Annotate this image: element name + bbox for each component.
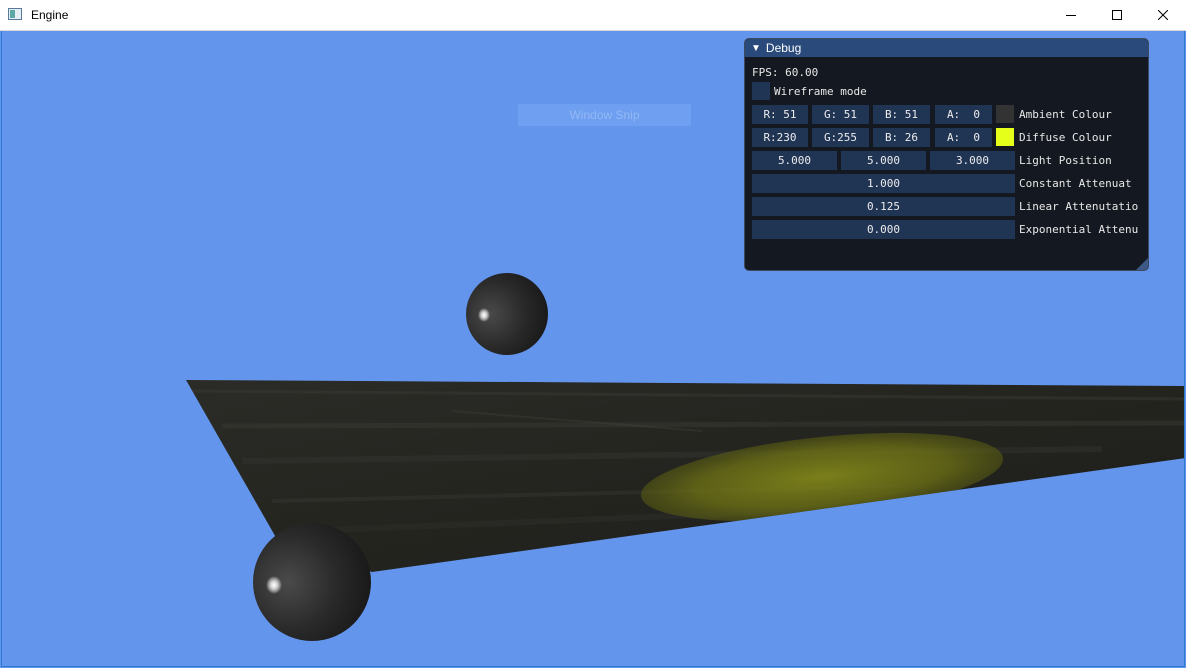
diffuse-g-field[interactable]: G:255 (812, 128, 869, 147)
minimize-icon (1066, 15, 1076, 16)
debug-title-bar[interactable]: ▼ Debug (745, 39, 1148, 57)
light-position-y-field[interactable]: 5.000 (841, 151, 926, 170)
sphere-top (466, 273, 548, 355)
debug-window[interactable]: ▼ Debug FPS: 60.00 Wireframe mode R: 51 … (744, 38, 1149, 271)
diffuse-r-field[interactable]: R:230 (752, 128, 808, 147)
ambient-b-field[interactable]: B: 51 (873, 105, 930, 124)
light-position-z-field[interactable]: 3.000 (930, 151, 1015, 170)
linear-attenuation-field[interactable]: 0.125 (752, 197, 1015, 216)
linear-attenuation-label: Linear Attenutatio (1019, 200, 1139, 213)
close-button[interactable] (1140, 0, 1186, 30)
maximize-button[interactable] (1094, 0, 1140, 30)
exponential-attenuation-label: Exponential Attenu (1019, 223, 1139, 236)
constant-attenuation-label: Constant Attenuat (1019, 177, 1132, 190)
exponential-attenuation-field[interactable]: 0.000 (752, 220, 1015, 239)
title-bar: Engine (0, 0, 1186, 31)
diffuse-b-field[interactable]: B: 26 (873, 128, 930, 147)
diffuse-label: Diffuse Colour (1019, 131, 1112, 144)
light-position-x-field[interactable]: 5.000 (752, 151, 837, 170)
ambient-label: Ambient Colour (1019, 108, 1112, 121)
sphere-bottom (253, 523, 371, 641)
fps-label: FPS: 60.00 (752, 66, 819, 79)
render-viewport[interactable]: Window Snip ▼ Debug FPS: 60.00 Wireframe… (1, 31, 1185, 667)
collapse-arrow-icon[interactable]: ▼ (751, 43, 761, 54)
diffuse-color-swatch[interactable] (996, 128, 1014, 146)
close-icon (1158, 10, 1168, 20)
app-icon (8, 8, 22, 20)
resize-grip-icon[interactable] (1136, 258, 1148, 270)
ambient-color-swatch[interactable] (996, 105, 1014, 123)
window-snip-overlay: Window Snip (518, 104, 691, 126)
ambient-r-field[interactable]: R: 51 (752, 105, 808, 124)
diffuse-a-field[interactable]: A: 0 (935, 128, 992, 147)
minimize-button[interactable] (1048, 0, 1094, 30)
constant-attenuation-field[interactable]: 1.000 (752, 174, 1015, 193)
window-title: Engine (31, 8, 69, 22)
ambient-g-field[interactable]: G: 51 (812, 105, 869, 124)
ambient-a-field[interactable]: A: 0 (935, 105, 992, 124)
debug-title: Debug (765, 41, 802, 55)
wireframe-label: Wireframe mode (774, 85, 867, 98)
light-position-label: Light Position (1019, 154, 1112, 167)
maximize-icon (1112, 10, 1122, 20)
wireframe-checkbox[interactable] (752, 82, 770, 100)
